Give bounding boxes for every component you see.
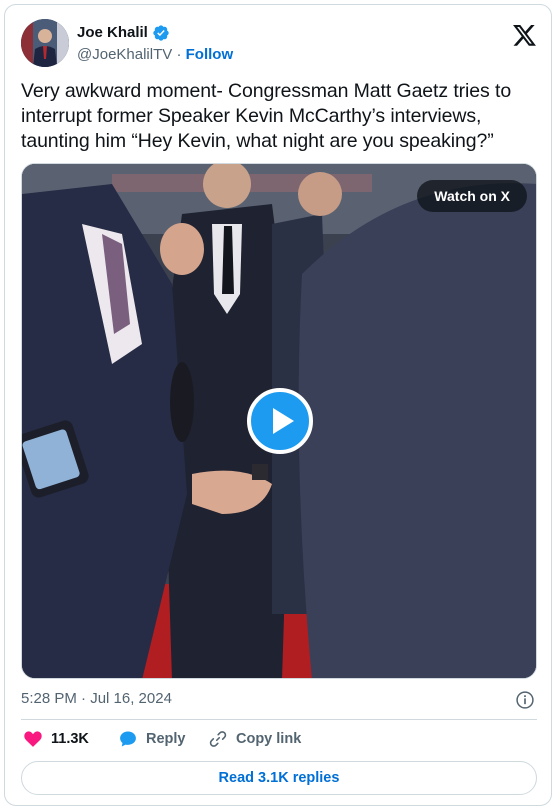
x-logo-icon[interactable]: [513, 25, 536, 46]
tweet-text: Very awkward moment- Congressman Matt Ga…: [21, 80, 512, 152]
read-replies-button[interactable]: Read 3.1K replies: [21, 761, 537, 795]
verified-badge-icon: [153, 25, 169, 41]
copy-link-icon: [209, 731, 227, 747]
reply-button[interactable]: Reply: [118, 729, 186, 749]
author-display-name[interactable]: Joe Khalil: [77, 23, 170, 43]
read-replies-label: Read 3.1K replies: [218, 770, 340, 786]
like-button[interactable]: 11.3K: [23, 729, 89, 749]
divider: [21, 719, 537, 720]
copy-link-label: Copy link: [236, 731, 302, 747]
video-player[interactable]: Watch on X: [21, 163, 537, 679]
author-name-text[interactable]: Joe Khalil: [77, 23, 148, 43]
copy-link-button[interactable]: Copy link: [208, 729, 301, 749]
tweet-card: Joe Khalil @JoeKhalilTV · Follow Very aw…: [4, 4, 552, 806]
like-count: 11.3K: [51, 731, 89, 747]
reply-bubble-icon: [120, 731, 136, 747]
watch-on-x-button[interactable]: Watch on X: [417, 180, 527, 212]
author-handle[interactable]: @JoeKhalilTV: [77, 46, 172, 63]
avatar[interactable]: [21, 19, 69, 67]
separator-dot: ·: [176, 46, 182, 63]
play-icon[interactable]: [247, 388, 313, 454]
follow-button[interactable]: Follow: [186, 46, 234, 63]
author-handle-row: @JoeKhalilTV · Follow: [77, 45, 233, 65]
info-icon[interactable]: [515, 690, 535, 710]
reply-label: Reply: [146, 731, 186, 747]
heart-icon: [24, 731, 42, 747]
tweet-timestamp[interactable]: 5:28 PM · Jul 16, 2024: [21, 689, 172, 709]
